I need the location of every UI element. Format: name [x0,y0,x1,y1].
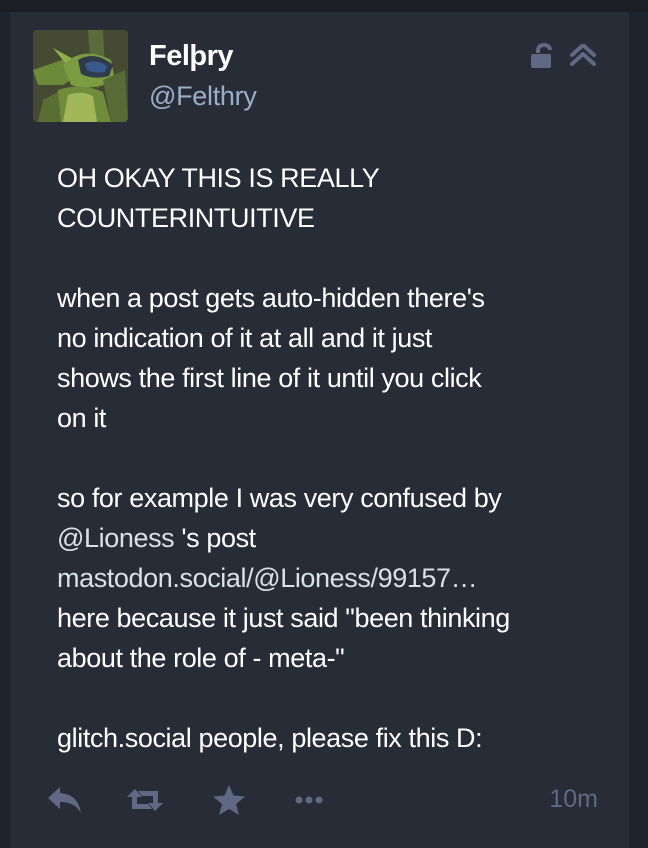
unlocked-icon [528,40,554,70]
content-line: about the role of - meta-" [57,643,345,673]
favourite-button[interactable] [209,780,249,820]
content-line: OH OKAY THIS IS REALLY [57,163,380,193]
content-line: @Lioness 's post [57,518,597,558]
status-content: OH OKAY THIS IS REALLY COUNTERINTUITIVE … [57,158,597,758]
boost-icon [127,789,163,811]
display-name[interactable]: Felþry [149,40,234,73]
content-line: here because it just said "been thinking [57,603,510,633]
content-line: so for example I was very confused by [57,483,502,513]
content-paragraph: glitch.social people, please fix this D: [57,718,597,758]
avatar-image [33,30,128,122]
timeline-column: Felþry @Felthry OH OKAY THIS IS REALLY C… [0,0,648,848]
more-button[interactable] [292,780,326,820]
content-line: glitch.social people, please fix this D: [57,723,483,753]
status-timestamp[interactable]: 10m [549,785,598,814]
avatar[interactable] [33,30,128,122]
content-line: on it [57,403,107,433]
content-line: shows the first line of it until you cli… [57,363,482,393]
double-chevron-up-icon[interactable] [569,43,597,66]
status-action-bar [44,780,604,824]
more-icon [295,796,323,804]
content-line: no indication of it at all and it just [57,323,433,353]
content-paragraph: when a post gets auto-hidden there's no … [57,278,597,438]
content-line: when a post gets auto-hidden there's [57,283,485,313]
column-top-border [0,0,648,12]
mention-link[interactable]: @Lioness [57,523,175,553]
content-text: 's post [174,523,256,553]
content-line: COUNTERINTUITIVE [57,203,315,233]
url-link[interactable]: mastodon.social/@Lioness/99157… [57,558,597,598]
content-paragraph: OH OKAY THIS IS REALLY COUNTERINTUITIVE [57,158,597,238]
account-handle[interactable]: @Felthry [149,81,257,112]
reply-icon [48,787,81,813]
boost-button[interactable] [124,780,166,820]
reply-button[interactable] [44,780,86,820]
content-paragraph: so for example I was very confused by @L… [57,478,597,678]
star-icon [213,785,245,815]
